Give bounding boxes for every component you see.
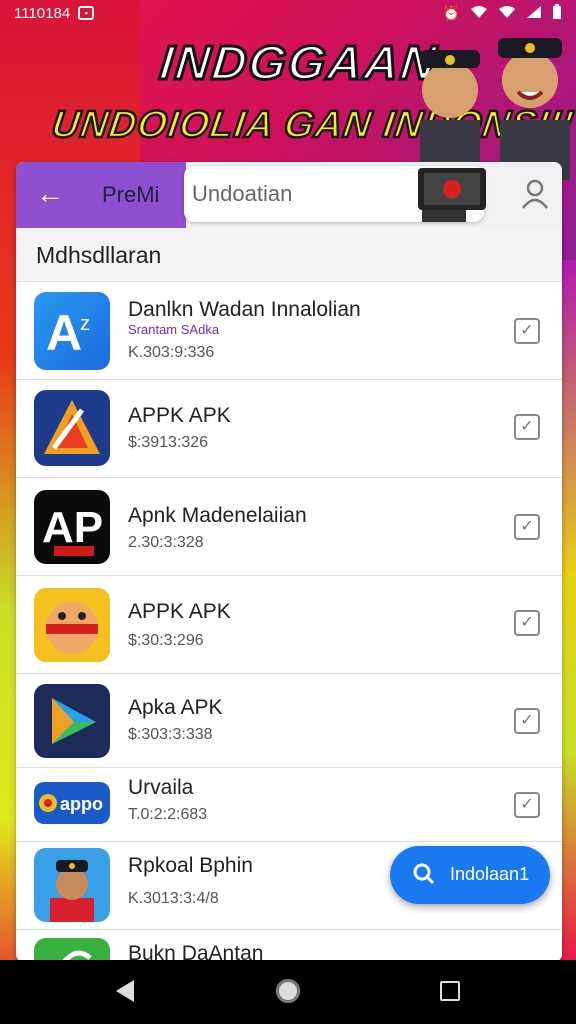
checkbox[interactable]: ✓	[514, 318, 540, 344]
list-item[interactable]: appo Urvaila T.0:2:2:683 ✓	[16, 768, 562, 842]
section-header: Mdhsdllaran	[16, 228, 562, 282]
notification-icon: ▪	[78, 6, 95, 20]
app-meta: T.0:2:2:683	[128, 806, 208, 823]
app-name: APPK APK	[128, 404, 231, 427]
fab-label: Indolaan1	[450, 864, 530, 884]
page-title: PreMi	[102, 182, 160, 207]
list-item[interactable]: AP Apnk Madenelaiian 2.30:3:328 ✓	[16, 478, 562, 576]
appo-icon: appo	[34, 782, 110, 824]
list-item[interactable]: APPK APK $:3913:326 ✓	[16, 380, 562, 478]
checkbox[interactable]: ✓	[514, 792, 540, 818]
app-list-card: ← PreMi Undoatian Mdhsdllaran Az Danlkn …	[16, 162, 562, 962]
system-nav-bar	[0, 960, 576, 1024]
user-icon[interactable]	[520, 178, 550, 210]
list-item[interactable]: APPK APK $:30:3:296 ✓	[16, 576, 562, 674]
triangle-app-icon	[34, 390, 110, 466]
app-meta: K.3013:3:4/8	[128, 890, 219, 907]
search-fab-button[interactable]: Indolaan1	[390, 846, 550, 904]
svg-text:AP: AP	[42, 503, 103, 552]
app-name: Urvaila	[128, 776, 194, 799]
top-app-bar: ← PreMi Undoatian	[16, 162, 562, 228]
az-app-icon: Az	[34, 292, 110, 370]
nav-home-icon[interactable]	[276, 979, 300, 1003]
alarm-icon: ⏰	[442, 4, 460, 21]
svg-text:appo: appo	[60, 794, 103, 814]
app-name: Danlkn Wadan Innalolian	[128, 298, 361, 321]
app-name: Bukn DaAntan	[128, 942, 264, 962]
app-meta: K.303:9:336	[128, 344, 215, 361]
checkbox[interactable]: ✓	[514, 708, 540, 734]
nav-recents-icon[interactable]	[440, 981, 460, 1001]
app-name: APPK APK	[128, 600, 231, 623]
title-area: ← PreMi	[16, 162, 186, 228]
leaf-app-icon	[34, 938, 110, 962]
play-app-icon	[34, 684, 110, 758]
search-value: Undoatian	[192, 181, 293, 206]
list-item[interactable]: Bukn DaAntan	[16, 930, 562, 962]
list-item[interactable]: Apka APK $:303:3:338 ✓	[16, 674, 562, 768]
mascot-illustration	[420, 38, 570, 180]
svg-text:z: z	[80, 313, 90, 335]
ap-logo-icon: AP	[34, 490, 110, 564]
section-title: Mdhsdllaran	[36, 242, 162, 268]
app-subtitle: Srantam SAdka	[128, 322, 220, 337]
app-meta: $:303:3:338	[128, 726, 213, 743]
app-meta: $:30:3:296	[128, 632, 204, 649]
checkbox[interactable]: ✓	[514, 610, 540, 636]
status-time: 1110184	[14, 4, 71, 22]
app-name: Apnk Madenelaiian	[128, 504, 307, 527]
app-meta: 2.30:3:328	[128, 534, 204, 551]
search-icon	[413, 863, 435, 885]
signal-icon	[526, 5, 542, 22]
avatar-app-icon	[34, 848, 110, 922]
checkbox[interactable]: ✓	[514, 414, 540, 440]
app-name: Apka APK	[128, 696, 223, 719]
app-name: Rpkoal Bphin	[128, 854, 253, 877]
svg-text:A: A	[46, 305, 82, 361]
banner-title: INDGGAAN	[156, 36, 442, 92]
promo-banner: INDGGAAN UNDOIOLIA GAN INDONSII!	[0, 30, 576, 180]
list-item[interactable]: Az Danlkn Wadan Innalolian Srantam SAdka…	[16, 282, 562, 380]
checkbox[interactable]: ✓	[514, 514, 540, 540]
wifi-icon-2	[498, 5, 516, 22]
tablet-illustration-icon	[418, 168, 486, 222]
nav-back-icon[interactable]	[116, 980, 134, 1002]
app-meta: $:3913:326	[128, 434, 209, 451]
back-arrow-icon[interactable]: ←	[36, 180, 64, 208]
wifi-icon	[470, 5, 488, 22]
face-app-icon	[34, 588, 110, 662]
